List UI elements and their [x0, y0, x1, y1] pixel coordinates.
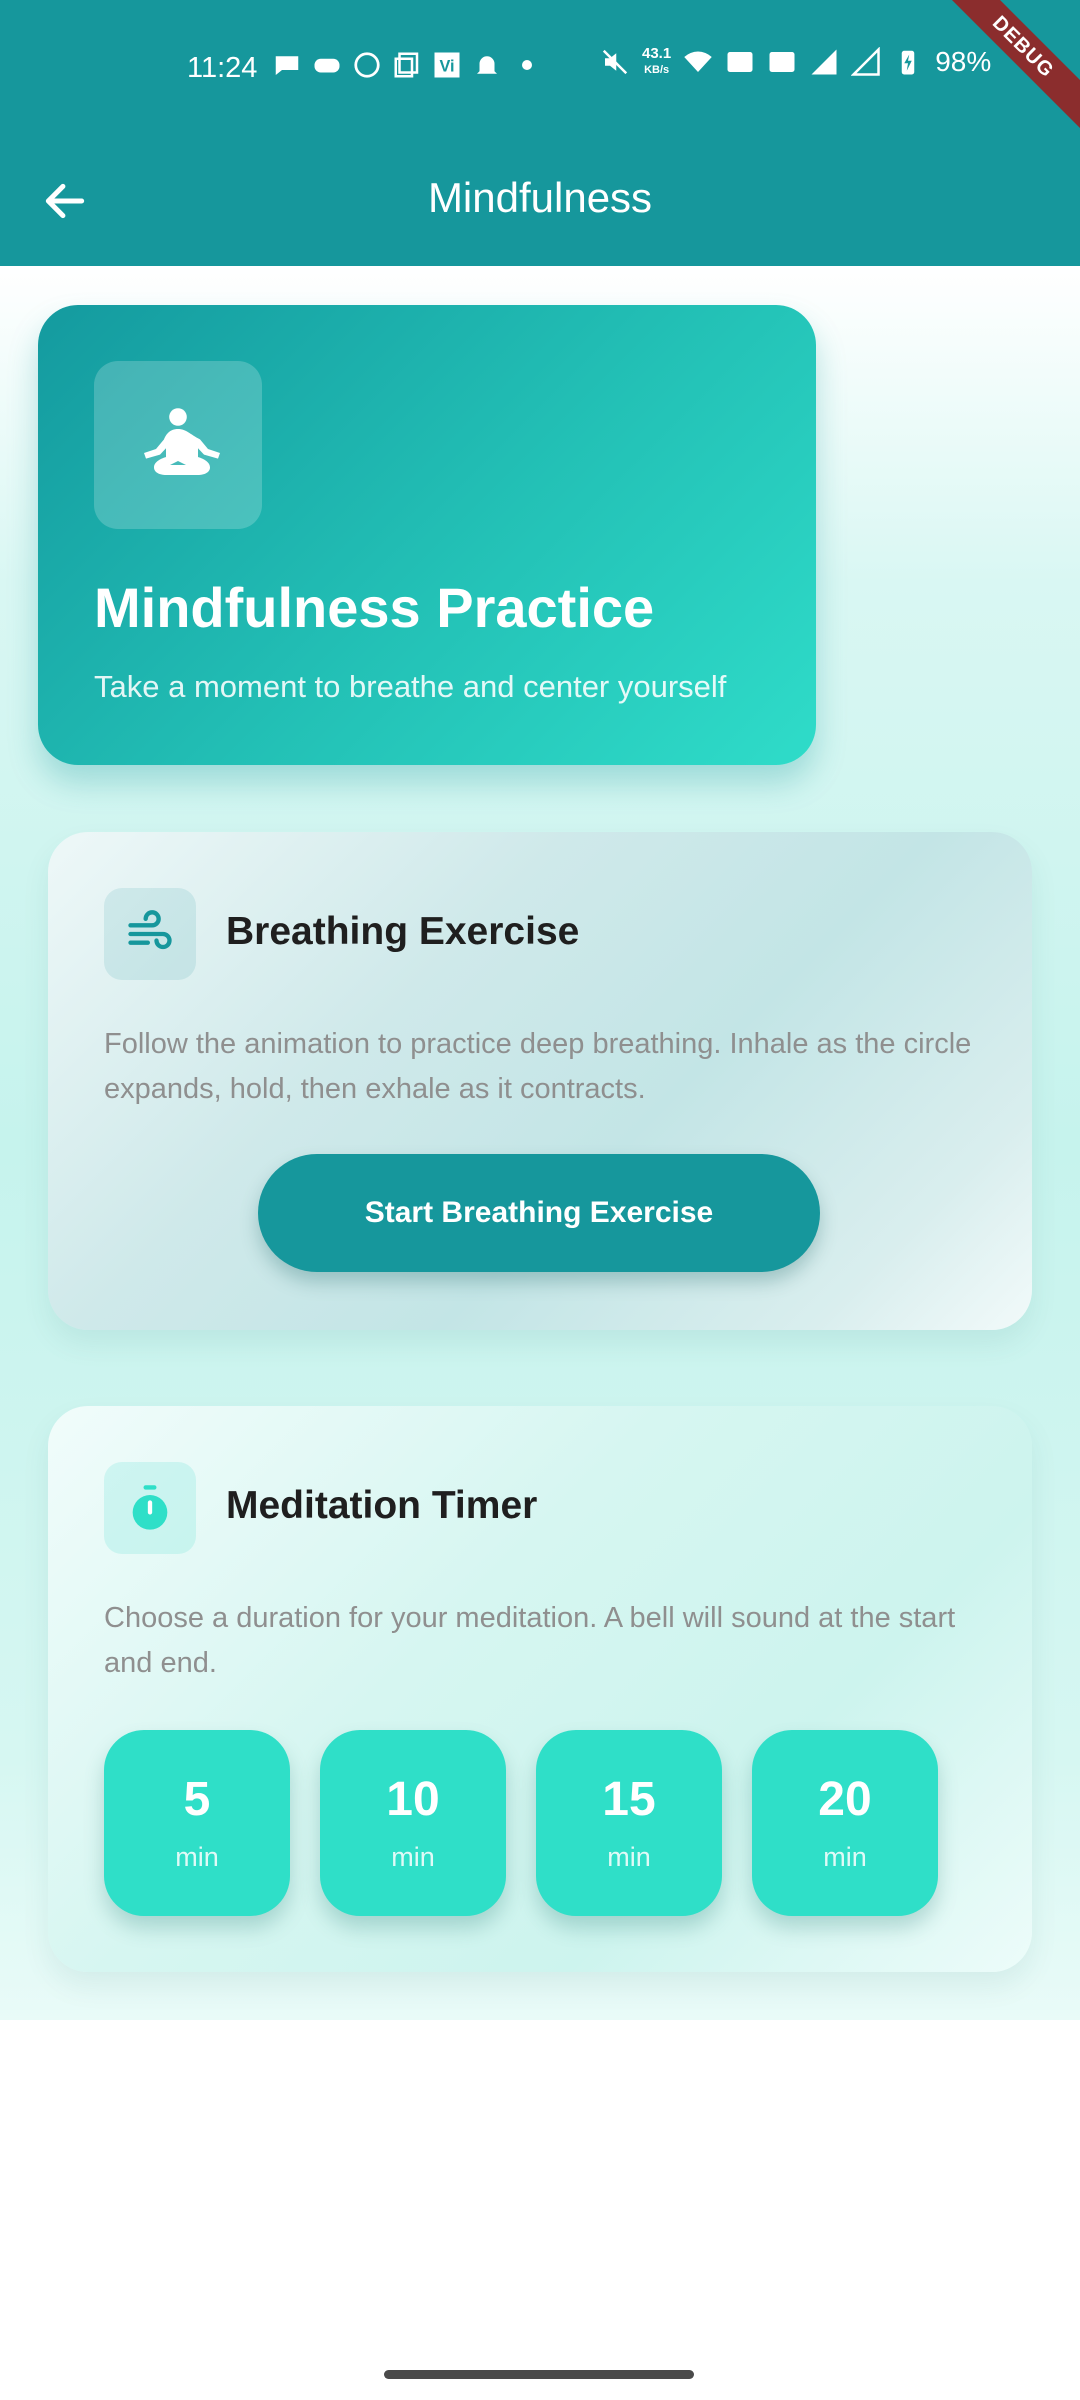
hero-card: Mindfulness Practice Take a moment to br…: [38, 305, 816, 765]
home-indicator[interactable]: [384, 2370, 694, 2379]
duration-15-min-button[interactable]: 15 min: [536, 1730, 722, 1916]
chat-bubble-icon: [275, 56, 299, 75]
timer-title: Meditation Timer: [226, 1484, 538, 1527]
vi-icon: Vi: [434, 52, 460, 78]
duration-5-min-button[interactable]: 5 min: [104, 1730, 290, 1916]
wifi-icon: [684, 51, 712, 72]
duration-value: 15: [602, 1773, 656, 1826]
app-bar: 11:24 Vi 43.1 KB/s 98% DEBUG Mindfulness: [0, 0, 1080, 266]
timer-icon-container: [104, 1462, 196, 1554]
start-breathing-button[interactable]: Start Breathing Exercise: [258, 1154, 820, 1272]
copy-icon: [394, 52, 419, 78]
mute-icon: [602, 49, 628, 75]
breathing-icon-container: [104, 888, 196, 980]
duration-unit: min: [607, 1842, 651, 1872]
wind-icon: [128, 910, 172, 950]
hero-title: Mindfulness Practice: [94, 576, 655, 639]
dot-icon: [522, 60, 532, 70]
network-speed: 43.1 KB/s: [642, 45, 672, 77]
duration-value: 5: [183, 1773, 211, 1826]
status-time: 11:24: [187, 52, 258, 84]
whatsapp-icon: [354, 52, 380, 78]
bell-icon: [477, 56, 497, 74]
hero-icon-container: [94, 361, 262, 529]
duration-10-min-button[interactable]: 10 min: [320, 1730, 506, 1916]
page-title: Mindfulness: [427, 174, 653, 221]
hero-subtitle: Take a moment to breathe and center your…: [94, 669, 727, 704]
signal-icon: [811, 49, 837, 75]
stopwatch-icon: [132, 1485, 168, 1530]
system-icons: 43.1 KB/s 98%: [600, 46, 991, 78]
duration-unit: min: [823, 1842, 867, 1872]
duration-value: 10: [386, 1773, 440, 1826]
notification-icons: Vi: [272, 50, 542, 80]
signal-icon-2: [851, 47, 880, 76]
duration-options: 5 min 10 min 15 min 20 min: [104, 1730, 984, 1916]
meditation-icon: [144, 408, 220, 475]
gamepad-icon: [314, 58, 340, 73]
debug-banner: DEBUG: [940, 0, 1080, 140]
svg-text:Vi: Vi: [439, 57, 454, 75]
breathing-description: Follow the animation to practice deep br…: [104, 1028, 972, 1105]
vowifi-icon: [727, 52, 753, 72]
duration-20-min-button[interactable]: 20 min: [752, 1730, 938, 1916]
status-bar: 11:24 Vi 43.1 KB/s 98%: [0, 40, 1080, 96]
volte-icon: [769, 52, 795, 72]
battery-charging-icon: [901, 50, 915, 75]
timer-description: Choose a duration for your meditation. A…: [104, 1602, 956, 1679]
breathing-title: Breathing Exercise: [226, 910, 580, 953]
breathing-card: Breathing Exercise Follow the animation …: [48, 832, 1032, 1330]
duration-unit: min: [391, 1842, 435, 1872]
duration-value: 20: [818, 1773, 872, 1826]
duration-unit: min: [175, 1842, 219, 1872]
meditation-timer-card: Meditation Timer Choose a duration for y…: [48, 1406, 1032, 1972]
